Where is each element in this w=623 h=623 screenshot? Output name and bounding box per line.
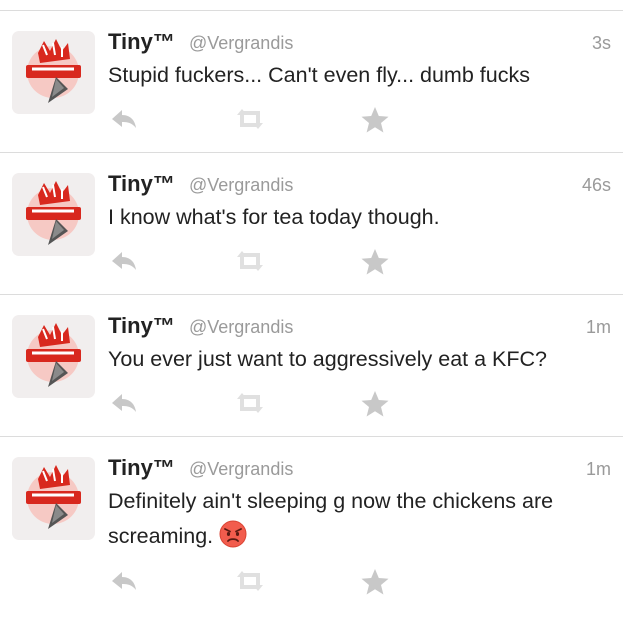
display-name[interactable]: Tiny™ [108,171,175,197]
avatar[interactable] [12,31,95,114]
retweet-icon[interactable] [232,389,268,417]
user-handle[interactable]: @Vergrandis [189,33,293,54]
reply-icon[interactable] [108,567,140,595]
reply-icon[interactable] [108,247,140,275]
retweet-icon[interactable] [232,247,268,275]
tweet-text-content: Stupid fuckers... Can't even fly... dumb… [108,63,530,87]
display-name[interactable]: Tiny™ [108,29,175,55]
display-name[interactable]: Tiny™ [108,313,175,339]
tweet-header: Tiny™ @Vergrandis 1m [108,455,611,483]
tweet-text: Stupid fuckers... Can't even fly... dumb… [108,58,613,93]
reply-icon[interactable] [108,105,140,133]
star-icon[interactable] [360,105,390,135]
timestamp: 3s [591,33,611,53]
tweet-1[interactable]: Tiny™ @Vergrandis 3s Stupid fuckers... C… [0,11,623,152]
tweet-2[interactable]: Tiny™ @Vergrandis 46s I know what's for … [0,153,623,294]
avatar[interactable] [12,173,95,256]
tweet-text: I know what's for tea today though. [108,200,613,235]
angry-face-icon [219,520,247,559]
retweet-icon[interactable] [232,105,268,133]
tweet-actions [108,389,408,421]
tweet-actions [108,567,408,599]
tweet-text-content: I know what's for tea today though. [108,205,440,229]
user-handle[interactable]: @Vergrandis [189,459,293,480]
tweet-text: You ever just want to aggressively eat a… [108,342,613,377]
star-icon[interactable] [360,247,390,277]
avatar[interactable] [12,315,95,398]
star-icon[interactable] [360,567,390,597]
user-handle[interactable]: @Vergrandis [189,175,293,196]
display-name[interactable]: Tiny™ [108,455,175,481]
tweet-text-content: Definitely ain't sleeping g now the chic… [108,489,554,548]
tweet-3[interactable]: Tiny™ @Vergrandis 1m You ever just want … [0,295,623,436]
tweet-text-content: You ever just want to aggressively eat a… [108,347,547,371]
timestamp: 1m [585,459,611,479]
user-handle[interactable]: @Vergrandis [189,317,293,338]
tweet-text: Definitely ain't sleeping g now the chic… [108,484,613,559]
timestamp: 1m [585,317,611,337]
star-icon[interactable] [360,389,390,419]
retweet-icon[interactable] [232,567,268,595]
tweet-actions [108,105,408,137]
tweet-header: Tiny™ @Vergrandis 3s [108,29,611,57]
tweet-actions [108,247,408,279]
tweet-header: Tiny™ @Vergrandis 1m [108,313,611,341]
tweet-header: Tiny™ @Vergrandis 46s [108,171,611,199]
reply-icon[interactable] [108,389,140,417]
tweet-4[interactable]: Tiny™ @Vergrandis 1m Definitely ain't sl… [0,437,623,623]
avatar[interactable] [12,457,95,540]
timestamp: 46s [581,175,611,195]
